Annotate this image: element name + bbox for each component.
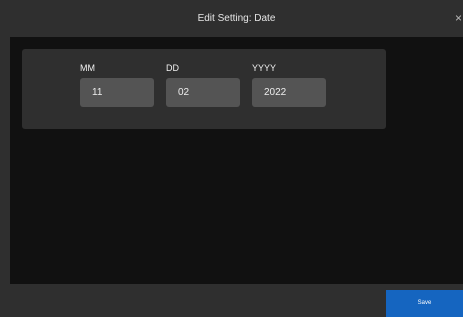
header-bar: Edit Setting: Date × [10, 0, 463, 37]
month-label: MM [80, 63, 95, 73]
close-icon[interactable]: × [455, 12, 463, 25]
edit-date-screen: Edit Setting: Date × MM DD YYYY Save [0, 0, 463, 317]
day-input[interactable] [166, 78, 240, 107]
month-field: MM [80, 63, 154, 107]
day-label: DD [166, 63, 179, 73]
year-field: YYYY [252, 63, 326, 107]
save-button[interactable]: Save [386, 290, 463, 317]
day-field: DD [166, 63, 240, 107]
year-label: YYYY [252, 63, 277, 73]
month-input[interactable] [80, 78, 154, 107]
page-title: Edit Setting: Date [197, 13, 276, 24]
footer-bar: Save [10, 284, 463, 317]
date-card: MM DD YYYY [22, 49, 386, 129]
year-input[interactable] [252, 78, 326, 107]
left-edge-strip [0, 0, 10, 317]
